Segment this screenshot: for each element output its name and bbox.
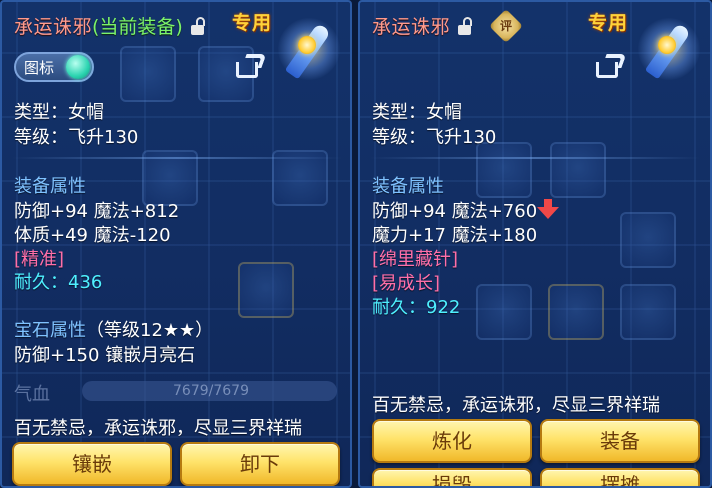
- exclusive-badge: 专用: [232, 12, 273, 34]
- bg-inventory-slot: [620, 212, 676, 268]
- stat-decrease-icon: [537, 199, 560, 219]
- share-icon[interactable]: [236, 54, 267, 78]
- divider: [12, 157, 342, 159]
- attr-line-2: 魔力+17 魔法+180: [372, 225, 538, 246]
- gem-line: 防御+150 镶嵌月亮石: [14, 345, 196, 366]
- icon-toggle-label: 图标: [24, 59, 55, 77]
- gem-attr-title: 宝石属性: [14, 320, 86, 341]
- bg-inventory-slot: [548, 284, 604, 340]
- hp-bar: 7679/7679: [82, 381, 337, 401]
- item-name: 承运诛邪: [372, 16, 451, 38]
- bottom-right-button-partial[interactable]: 摆摊: [540, 468, 700, 486]
- item-type: 类型：女帽: [372, 102, 462, 123]
- durability-label: 耐久：: [372, 297, 426, 318]
- item-name: 承运诛邪: [14, 16, 93, 38]
- gem-attr-row: 宝石属性（等级12★★）: [14, 316, 213, 342]
- durability-row: 耐久：922: [372, 293, 460, 319]
- item-type: 类型：女帽: [14, 102, 104, 123]
- equip-button[interactable]: 装备: [540, 419, 700, 463]
- lock-icon[interactable]: [458, 16, 474, 35]
- special-skill: [绵里藏针]: [372, 249, 459, 270]
- toggle-knob: [66, 55, 90, 79]
- item-title-row: 承运诛邪 评: [372, 8, 523, 43]
- equip-attr-title: 装备属性: [372, 176, 444, 197]
- item-level: 等级：飞升130: [14, 127, 139, 148]
- item-detail-panel-current: 承运诛邪 (当前装备) 专用 图标 类型：女帽 等级：飞升130 装备属性 防御+…: [0, 0, 352, 488]
- attr-line-1: 防御+94 魔法+812: [14, 201, 180, 222]
- durability-value: 922: [426, 297, 461, 318]
- refine-button[interactable]: 炼化: [372, 419, 532, 463]
- durability-row: 耐久：436: [14, 268, 102, 294]
- flavor-text: 百无禁忌，承运诛邪，尽显三界祥瑞: [14, 418, 302, 439]
- item-level: 等级：飞升130: [372, 127, 497, 148]
- item-detail-panel-compare: 承运诛邪 评 专用 类型：女帽 等级：飞升130 装备属性 防御+94 魔法+7…: [358, 0, 712, 488]
- attr-line-1: 防御+94 魔法+760: [372, 201, 538, 222]
- inlay-button[interactable]: 镶嵌: [12, 442, 172, 486]
- bg-inventory-slot: [476, 142, 532, 198]
- bg-inventory-slot: [238, 262, 294, 318]
- hairpin-item-icon: [638, 18, 700, 80]
- bg-inventory-slot: [620, 284, 676, 340]
- exclusive-badge: 专用: [588, 12, 629, 34]
- durability-label: 耐久：: [14, 272, 68, 293]
- bg-inventory-slot: [550, 142, 606, 198]
- attr-line-1-row: 防御+94 魔法+760: [372, 197, 560, 223]
- attr-line-2: 体质+49 魔法-120: [14, 225, 171, 246]
- equipped-tag: (当前装备): [92, 16, 183, 38]
- flavor-text: 百无禁忌，承运诛邪，尽显三界祥瑞: [372, 395, 660, 416]
- share-icon[interactable]: [596, 54, 627, 78]
- bg-inventory-slot: [120, 46, 176, 102]
- rate-icon[interactable]: 评: [489, 8, 523, 43]
- bottom-left-button-partial[interactable]: 损毁: [372, 468, 532, 486]
- item-title-row: 承运诛邪 (当前装备): [14, 12, 207, 39]
- unequip-button[interactable]: 卸下: [180, 442, 340, 486]
- durability-value: 436: [68, 272, 103, 293]
- special-effect: [易成长]: [372, 273, 441, 294]
- bg-inventory-slot: [476, 284, 532, 340]
- lock-icon[interactable]: [190, 16, 207, 35]
- icon-toggle[interactable]: 图标: [14, 52, 94, 82]
- equip-attr-title: 装备属性: [14, 176, 86, 197]
- divider: [370, 157, 700, 159]
- gem-level: （等级12★★）: [86, 320, 214, 341]
- hp-label: 气血: [14, 384, 50, 405]
- hairpin-item-icon: [278, 18, 340, 80]
